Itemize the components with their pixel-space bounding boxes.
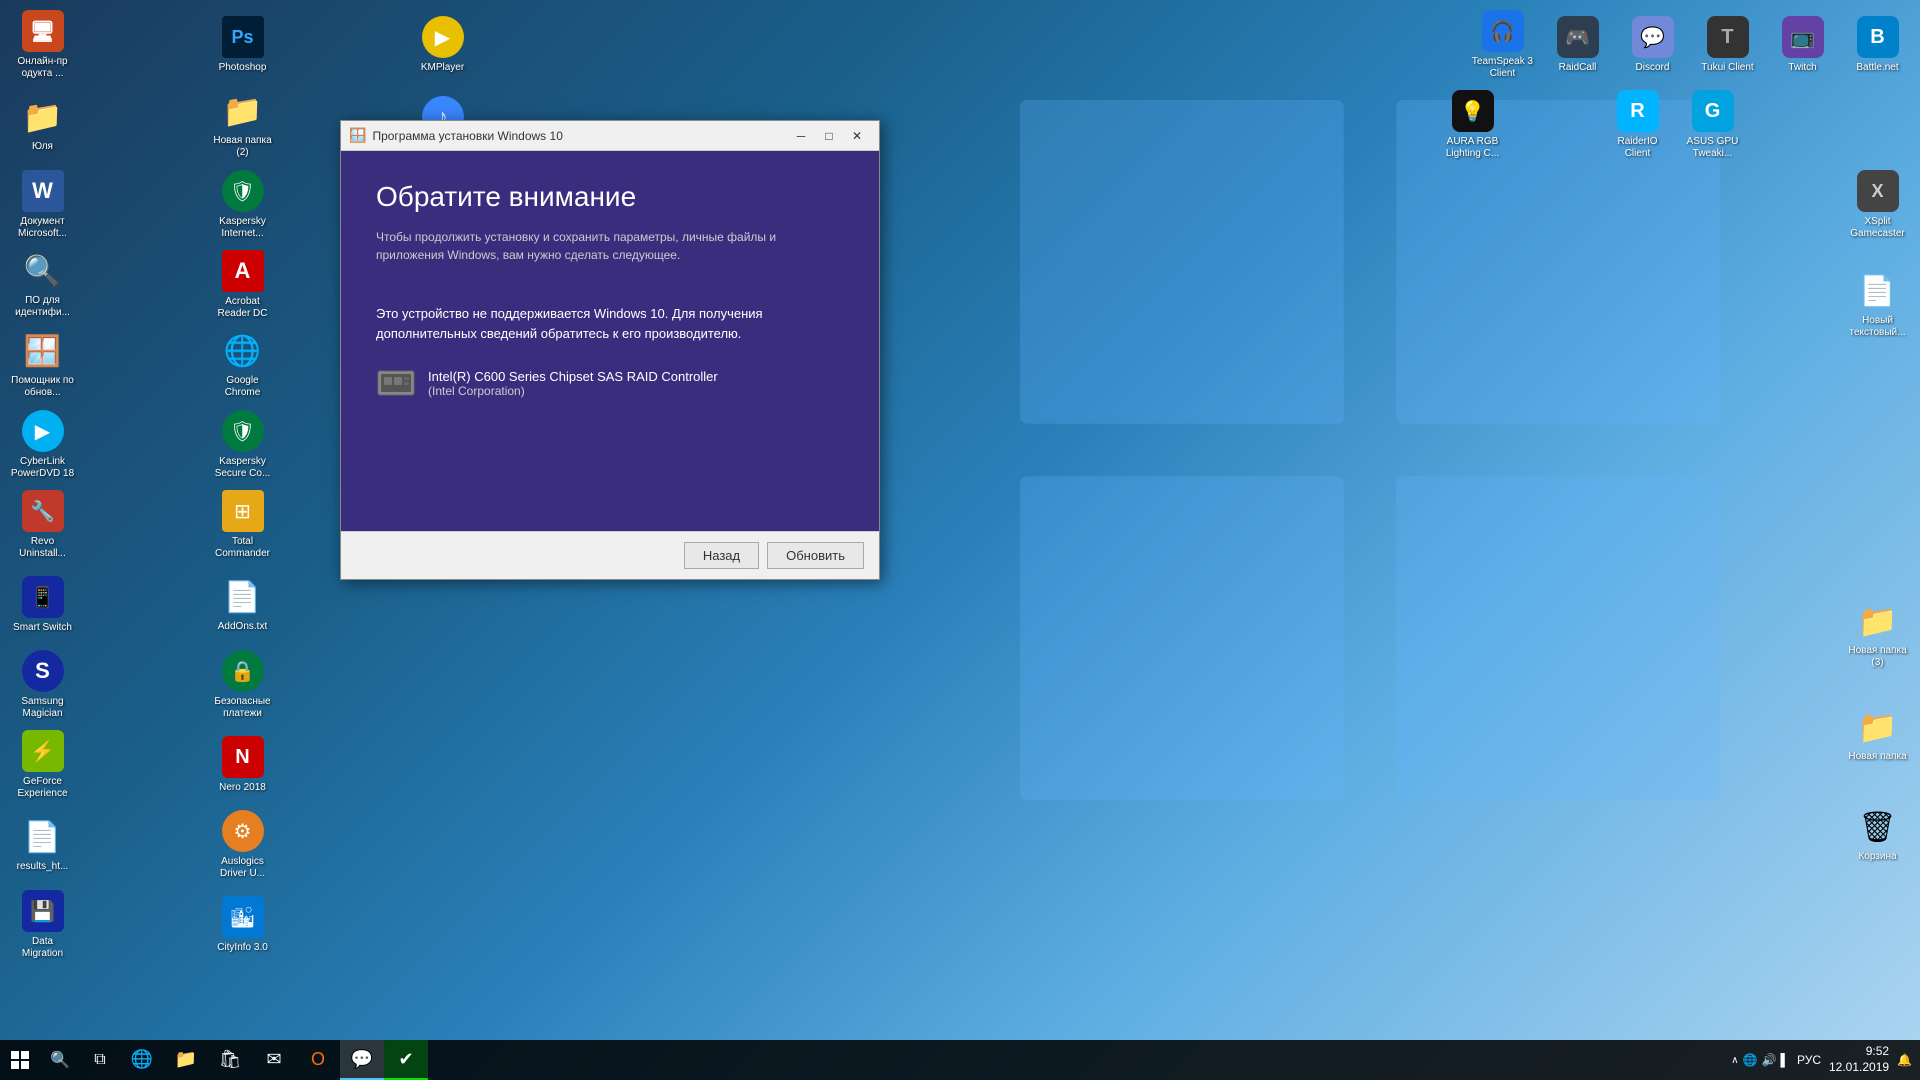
dialog-update-button[interactable]: Обновить xyxy=(767,542,864,569)
taskbar-date: 12.01.2019 xyxy=(1829,1060,1889,1076)
dialog-body: Обратите внимание Чтобы продолжить устан… xyxy=(341,151,879,531)
tray-notification-icon[interactable]: 🔔 xyxy=(1897,1053,1912,1067)
tray-battery-icon: ▌ xyxy=(1780,1053,1789,1067)
taskbar-clock[interactable]: 9:52 12.01.2019 xyxy=(1829,1044,1889,1075)
device-text-info: Intel(R) C600 Series Chipset SAS RAID Co… xyxy=(428,369,718,398)
taskbar-green-button[interactable]: ✔ xyxy=(384,1040,428,1080)
dialog-footer: Назад Обновить xyxy=(341,531,879,579)
dialog-heading: Обратите внимание xyxy=(376,181,844,213)
dialog-titlebar: 🪟 Программа установки Windows 10 ─ □ ✕ xyxy=(341,121,879,151)
dialog-title-text: Программа установки Windows 10 xyxy=(372,129,787,143)
taskbar: 🔍 ⧉ 🌐 📁 🛍 ✉ O 💬 ✔ ∧ 🌐 🔊 ▌ РУС 9:52 12.01 xyxy=(0,1040,1920,1080)
desktop: 🖥 Онлайн-пр одукта ... 📁 Юля W Документ … xyxy=(0,0,1920,1080)
device-company: (Intel Corporation) xyxy=(428,384,718,398)
device-hardware-icon xyxy=(376,363,416,403)
dialog-window-controls: ─ □ ✕ xyxy=(787,124,871,148)
tray-network-icon[interactable]: 🌐 xyxy=(1743,1053,1758,1067)
tray-chevron[interactable]: ∧ xyxy=(1731,1055,1738,1066)
start-button[interactable] xyxy=(0,1040,40,1080)
dialog-back-button[interactable]: Назад xyxy=(684,542,759,569)
system-tray: ∧ 🌐 🔊 ▌ xyxy=(1731,1053,1789,1067)
taskbar-edge-button[interactable]: 🌐 xyxy=(120,1040,164,1080)
dialog-minimize-button[interactable]: ─ xyxy=(787,124,815,148)
taskbar-opera-button[interactable]: O xyxy=(296,1040,340,1080)
dialog-device-info: Intel(R) C600 Series Chipset SAS RAID Co… xyxy=(376,363,844,403)
tray-volume-icon[interactable]: 🔊 xyxy=(1761,1053,1776,1067)
taskbar-store-button[interactable]: 🛍 xyxy=(208,1040,252,1080)
taskbar-language[interactable]: РУС xyxy=(1797,1053,1821,1067)
dialog-warning-text: Это устройство не поддерживается Windows… xyxy=(376,304,844,343)
taskbar-left: 🔍 ⧉ 🌐 📁 🛍 ✉ O 💬 ✔ xyxy=(0,1040,428,1080)
taskbar-time: 9:52 xyxy=(1866,1044,1889,1060)
taskbar-search-button[interactable]: 🔍 xyxy=(40,1040,80,1080)
dialog-maximize-button[interactable]: □ xyxy=(815,124,843,148)
taskbar-explorer-button[interactable]: 📁 xyxy=(164,1040,208,1080)
taskbar-taskview-button[interactable]: ⧉ xyxy=(80,1040,120,1080)
taskbar-active-app[interactable]: 💬 xyxy=(340,1040,384,1080)
taskbar-right: ∧ 🌐 🔊 ▌ РУС 9:52 12.01.2019 🔔 xyxy=(1731,1044,1920,1075)
taskbar-email-button[interactable]: ✉ xyxy=(252,1040,296,1080)
device-name: Intel(R) C600 Series Chipset SAS RAID Co… xyxy=(428,369,718,384)
dialog-overlay: 🪟 Программа установки Windows 10 ─ □ ✕ О… xyxy=(0,0,1920,1080)
dialog-title-icon: 🪟 xyxy=(349,127,366,144)
windows10-setup-dialog: 🪟 Программа установки Windows 10 ─ □ ✕ О… xyxy=(340,120,880,580)
dialog-subtext: Чтобы продолжить установку и сохранить п… xyxy=(376,228,844,264)
dialog-close-button[interactable]: ✕ xyxy=(843,124,871,148)
